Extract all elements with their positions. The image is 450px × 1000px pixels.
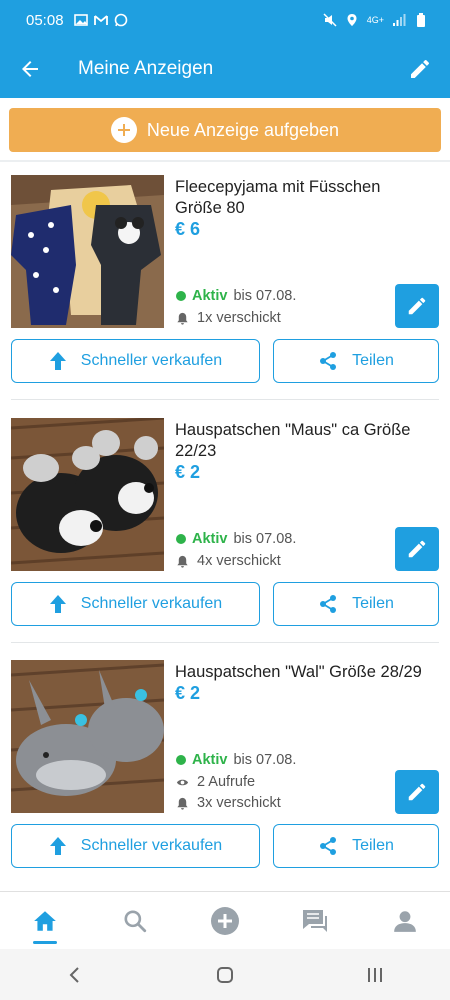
recents-nav-icon[interactable] (365, 965, 385, 985)
share-label: Teilen (352, 352, 394, 369)
bell-icon (177, 312, 188, 325)
status-until: bis 07.08. (233, 752, 297, 768)
edit-mode-button[interactable] (390, 40, 450, 98)
whatsapp-icon (114, 13, 128, 27)
pencil-icon (411, 59, 430, 78)
arrow-back-icon (22, 61, 38, 77)
messages-icon (303, 909, 327, 932)
plus-circle-icon (110, 117, 137, 143)
listing-photo-whale-slippers[interactable] (11, 660, 164, 813)
eye-icon (176, 779, 189, 785)
status-time: 05:08 (26, 11, 64, 29)
location-icon (345, 13, 359, 27)
bell-icon (177, 797, 188, 810)
share-button[interactable]: Teilen (273, 824, 439, 868)
sell-faster-button[interactable]: Schneller verkaufen (11, 339, 260, 383)
listing-price: € 2 (175, 462, 201, 482)
pencil-icon (408, 297, 426, 315)
page-title: Meine Anzeigen (78, 58, 214, 79)
listing-photo-pyjama[interactable] (11, 175, 164, 328)
search-icon (124, 909, 147, 932)
listing-title: Fleecepyjama mit Füsschen Größe 80 (175, 178, 381, 217)
sent-count: 3x verschickt (197, 795, 281, 811)
bell-icon (177, 555, 188, 568)
share-label: Teilen (352, 595, 394, 612)
back-button[interactable] (0, 40, 60, 98)
signal-icon (392, 13, 406, 27)
profile-icon (394, 910, 416, 932)
sell-faster-button[interactable]: Schneller verkaufen (11, 582, 260, 626)
sell-faster-label: Schneller verkaufen (80, 352, 223, 369)
mute-icon (323, 13, 337, 27)
nav-profile[interactable] (375, 896, 435, 946)
sent-count-row: 1x verschickt (176, 310, 281, 326)
edit-listing-button[interactable] (395, 527, 439, 571)
battery-icon (414, 13, 428, 27)
back-nav-icon[interactable] (65, 965, 85, 985)
listing-price: € 6 (175, 219, 201, 239)
sell-faster-label: Schneller verkaufen (80, 837, 223, 854)
edit-listing-button[interactable] (395, 284, 439, 328)
status-until: bis 07.08. (233, 531, 297, 547)
pencil-icon (408, 540, 426, 558)
system-nav (0, 949, 450, 1000)
listing-title: Hauspatschen "Maus" ca Größe 22/23 (175, 421, 411, 460)
status-label: Aktiv (192, 752, 228, 768)
status-dot-icon (176, 291, 186, 301)
sent-count: 4x verschickt (197, 553, 281, 569)
sell-faster-label: Schneller verkaufen (80, 595, 223, 612)
listing-price: € 2 (175, 683, 201, 703)
share-button[interactable]: Teilen (273, 582, 439, 626)
status-label: Aktiv (192, 531, 228, 547)
share-icon (320, 595, 337, 613)
views-row: 2 Aufrufe (176, 774, 255, 790)
share-button[interactable]: Teilen (273, 339, 439, 383)
new-ad-button[interactable]: Neue Anzeige aufgeben (9, 108, 441, 152)
status-until: bis 07.08. (233, 288, 297, 304)
sent-count-row: 4x verschickt (176, 553, 281, 569)
listing-title: Hauspatschen "Wal" Größe 28/29 (175, 663, 422, 681)
add-icon (211, 906, 239, 935)
nav-messages[interactable] (285, 896, 345, 946)
divider (11, 642, 439, 643)
share-icon (320, 352, 337, 370)
network-type: 4G+ (366, 15, 384, 25)
status-label: Aktiv (192, 288, 228, 304)
status-bar: 05:08 4G+ (0, 0, 450, 40)
sent-count: 1x verschickt (197, 310, 281, 326)
arrow-up-icon (49, 837, 66, 855)
views-count: 2 Aufrufe (197, 774, 256, 790)
bottom-nav (0, 891, 450, 949)
app-bar: Meine Anzeigen (0, 40, 450, 98)
arrow-up-icon (49, 595, 66, 613)
listing-status: Aktiv bis 07.08. (176, 288, 296, 304)
listing-photo-mouse-slippers[interactable] (11, 418, 164, 571)
sent-count-row: 3x verschickt (176, 795, 281, 811)
pencil-icon (408, 783, 426, 801)
sell-faster-button[interactable]: Schneller verkaufen (11, 824, 260, 868)
home-nav-icon[interactable] (215, 965, 235, 985)
listing-status: Aktiv bis 07.08. (176, 752, 296, 768)
status-dot-icon (176, 534, 186, 544)
listing-status: Aktiv bis 07.08. (176, 531, 296, 547)
nav-search[interactable] (105, 896, 165, 946)
edit-listing-button[interactable] (395, 770, 439, 814)
nav-home[interactable] (15, 896, 75, 946)
arrow-up-icon (49, 352, 66, 370)
home-icon (34, 910, 56, 931)
gallery-icon (73, 13, 88, 27)
status-dot-icon (176, 755, 186, 765)
share-label: Teilen (352, 837, 394, 854)
gmail-icon (93, 13, 108, 27)
new-ad-label: Neue Anzeige aufgeben (146, 119, 340, 140)
divider (11, 399, 439, 400)
nav-add[interactable] (195, 896, 255, 946)
share-icon (320, 837, 337, 855)
divider (0, 160, 450, 162)
